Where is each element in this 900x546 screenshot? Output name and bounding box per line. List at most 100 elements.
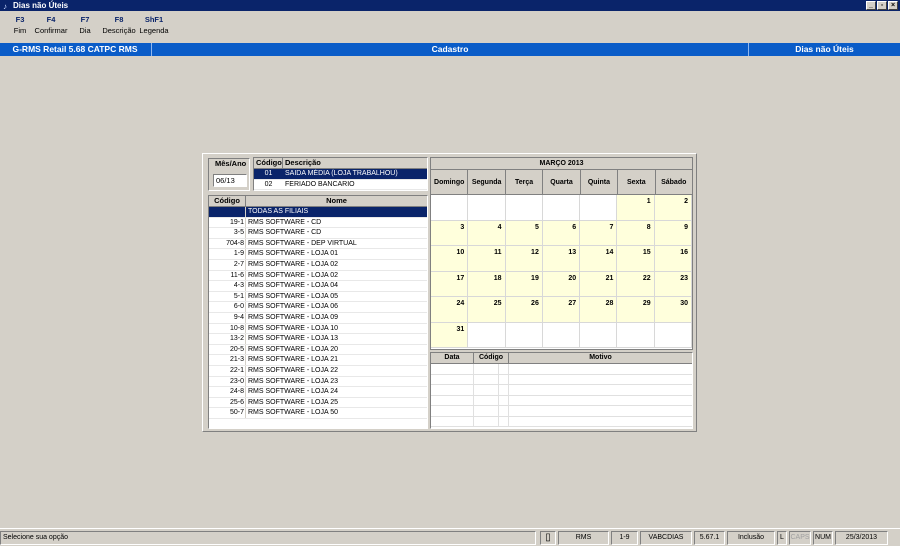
table-row[interactable]: 1-9 RMS SOFTWARE - LOJA 01 — [209, 249, 427, 260]
legend-list: Código Descrição 01 SAIDA MÉDIA (LOJA TR… — [253, 157, 428, 191]
calendar-day[interactable]: 12 — [505, 246, 543, 272]
mes-ano-input[interactable] — [213, 174, 247, 187]
calendar-title: MARÇO 2013 — [431, 158, 692, 170]
motivo-row[interactable] — [431, 416, 692, 427]
table-row[interactable]: 11-6 RMS SOFTWARE - LOJA 02 — [209, 270, 427, 282]
table-row[interactable]: TODAS AS FILIAIS — [209, 207, 427, 218]
status-program: VABCDIAS — [640, 531, 692, 545]
motivo-row[interactable] — [431, 385, 692, 396]
filial-name: RMS SOFTWARE - LOJA 20 — [248, 345, 338, 353]
table-row[interactable]: 6-0 RMS SOFTWARE - LOJA 06 — [209, 302, 427, 313]
filial-code: 704-8 — [209, 238, 246, 249]
filial-name: RMS SOFTWARE - LOJA 02 — [248, 260, 338, 268]
calendar-day[interactable]: 23 — [654, 271, 692, 297]
filiais-header: Código Nome — [209, 196, 427, 207]
table-row[interactable]: 2-7 RMS SOFTWARE - LOJA 02 — [209, 259, 427, 271]
calendar-day[interactable]: 9 — [654, 220, 692, 246]
calendar-day[interactable]: 13 — [542, 246, 581, 272]
document-icon: ▯ — [540, 531, 556, 545]
calendar-day[interactable]: 3 — [431, 220, 469, 246]
descricao-button[interactable]: F8 Descrição — [99, 14, 139, 36]
table-row[interactable]: 25-6 RMS SOFTWARE - LOJA 25 — [209, 397, 427, 409]
calendar-day[interactable]: 24 — [431, 297, 469, 323]
app-version-label: G-RMS Retail 5.68 CATPC RMS — [12, 44, 138, 54]
table-row[interactable]: 10-8 RMS SOFTWARE - LOJA 10 — [209, 323, 427, 335]
calendar-weekdays: Domingo Segunda Terça Quarta Quinta Sexta Sába… — [431, 170, 692, 195]
motivo-table: Data Código Motivo — [430, 352, 693, 429]
calendar-day[interactable]: 11 — [468, 246, 506, 272]
legenda-button[interactable]: ShF1 Legenda — [134, 14, 174, 36]
status-date: 25/3/2013 — [835, 531, 888, 545]
calendar-day[interactable]: 17 — [431, 271, 469, 297]
motivo-header-codigo: Código — [474, 353, 509, 363]
calendar-day[interactable]: 29 — [617, 297, 655, 323]
table-row[interactable]: 3-5 RMS SOFTWARE - CD — [209, 228, 427, 239]
motivo-row[interactable] — [431, 374, 692, 385]
calendar-day[interactable]: 31 — [431, 322, 469, 348]
table-row[interactable]: 13-2 RMS SOFTWARE - LOJA 13 — [209, 334, 427, 345]
table-row[interactable]: 9-4 RMS SOFTWARE - LOJA 09 — [209, 312, 427, 324]
filial-name: RMS SOFTWARE - LOJA 21 — [248, 356, 338, 364]
calendar-day[interactable]: 22 — [617, 271, 655, 297]
calendar-day[interactable]: 1 — [617, 195, 655, 221]
table-row[interactable]: 4-3 RMS SOFTWARE - LOJA 04 — [209, 281, 427, 292]
calendar-day[interactable]: 25 — [468, 297, 506, 323]
calendar-day[interactable]: 7 — [580, 220, 618, 246]
table-row[interactable]: 21-3 RMS SOFTWARE - LOJA 21 — [209, 355, 427, 366]
calendar-day[interactable]: 18 — [468, 271, 506, 297]
table-row[interactable]: 5-1 RMS SOFTWARE - LOJA 05 — [209, 291, 427, 303]
calendar-day[interactable]: 30 — [654, 297, 692, 323]
table-row[interactable]: 23-0 RMS SOFTWARE - LOJA 23 — [209, 376, 427, 388]
window-title: Dias não Úteis — [13, 1, 69, 10]
legend-header-code: Código — [256, 158, 283, 168]
weekday-header: Sexta — [618, 170, 656, 194]
filial-code: 1-9 — [209, 249, 246, 259]
table-row[interactable]: 22-1 RMS SOFTWARE - LOJA 22 — [209, 365, 427, 377]
calendar-day[interactable]: 6 — [542, 220, 581, 246]
calendar-day[interactable]: 15 — [617, 246, 655, 272]
fkey-label: Legenda — [139, 26, 169, 35]
legend-code: 01 — [264, 170, 273, 177]
restore-icon[interactable]: ▫ — [877, 1, 887, 10]
calendar-day[interactable]: 8 — [617, 220, 655, 246]
table-row[interactable]: 704-8 RMS SOFTWARE - DEP VIRTUAL — [209, 238, 427, 250]
calendar-day[interactable]: 27 — [542, 297, 581, 323]
motivo-row[interactable] — [431, 395, 692, 406]
calendar-day[interactable]: 20 — [542, 271, 581, 297]
calendar-empty-cell — [542, 195, 581, 221]
table-row[interactable]: 24-8 RMS SOFTWARE - LOJA 24 — [209, 387, 427, 398]
calendar-day[interactable]: 19 — [505, 271, 543, 297]
fkey-label: Descrição — [102, 26, 136, 35]
table-row[interactable]: 50-7 RMS SOFTWARE - LOJA 50 — [209, 408, 427, 419]
filial-code: 6-0 — [209, 302, 246, 312]
calendar-day[interactable]: 14 — [580, 246, 618, 272]
calendar-day[interactable]: 28 — [580, 297, 618, 323]
filiais-header-name: Nome — [326, 196, 347, 205]
calendar-day[interactable]: 10 — [431, 246, 469, 272]
close-icon[interactable]: × — [888, 1, 898, 10]
weekday-header: Quarta — [543, 170, 581, 194]
calendar-day[interactable]: 4 — [468, 220, 506, 246]
calendar-day[interactable]: 5 — [505, 220, 543, 246]
minimize-icon[interactable]: _ — [866, 1, 876, 10]
module-label: Cadastro — [431, 44, 469, 54]
filial-name: RMS SOFTWARE - LOJA 25 — [248, 398, 338, 406]
legend-desc: FERIADO BANCARIO — [285, 180, 355, 188]
calendar-day[interactable]: 26 — [505, 297, 543, 323]
filial-code: 21-3 — [209, 355, 246, 365]
calendar-empty-cell — [580, 195, 618, 221]
table-row[interactable]: 19-1 RMS SOFTWARE - CD — [209, 217, 427, 229]
calendar-day[interactable]: 2 — [654, 195, 692, 221]
filial-name: RMS SOFTWARE - LOJA 23 — [248, 377, 338, 385]
filial-code: 9-4 — [209, 312, 246, 323]
filial-code: 25-6 — [209, 397, 246, 408]
calendar-empty-cell — [505, 195, 543, 221]
legend-row[interactable]: 01 SAIDA MÉDIA (LOJA TRABALHOU) — [254, 169, 427, 180]
motivo-row[interactable] — [431, 406, 692, 417]
calendar-day[interactable]: 21 — [580, 271, 618, 297]
filial-name: RMS SOFTWARE - LOJA 10 — [248, 324, 338, 332]
calendar-day[interactable]: 16 — [654, 246, 692, 272]
legend-row[interactable]: 02 FERIADO BANCARIO — [254, 180, 427, 191]
motivo-row[interactable] — [431, 364, 692, 375]
table-row[interactable]: 20-5 RMS SOFTWARE - LOJA 20 — [209, 344, 427, 356]
